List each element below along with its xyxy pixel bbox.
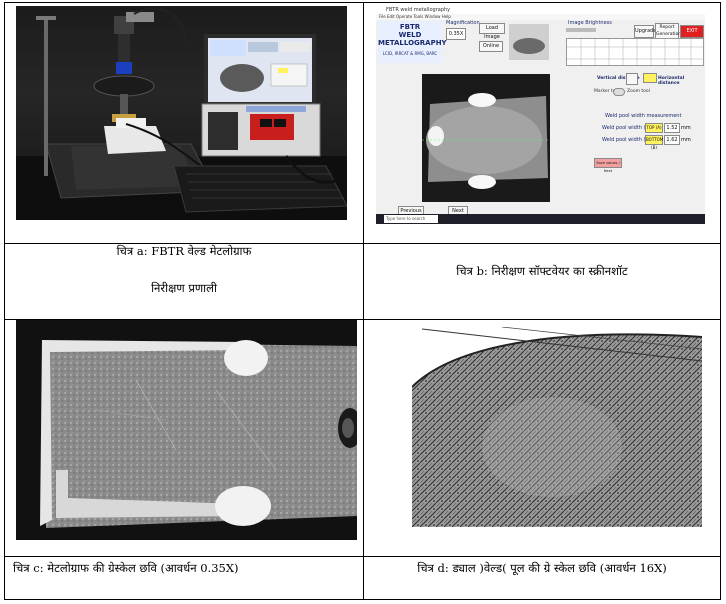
photo-inspection-system [16,6,347,220]
logo-line-1: FBTR [399,23,421,31]
magnification-label: Magnification [446,20,480,26]
tool-toggle[interactable] [613,88,625,96]
main-micrograph-view[interactable] [422,74,550,202]
zoom-tool-label: Zoom tool [627,89,650,94]
caption-c: चित्र c: मेटलोग्राफ की ग्रेस्केल छवि (आव… [13,561,239,575]
width-b-value[interactable]: 1.62 [664,135,680,145]
caption-b: चित्र b: निरीक्षण सॉफ्टवेयर का स्क्रीनशॉ… [456,264,628,278]
exit-button[interactable]: EXIT [680,25,704,38]
magnification-field[interactable]: 0.35X [446,28,466,40]
table-border-middle [363,2,364,600]
online-button[interactable]: Online [479,41,503,52]
upgrade-button[interactable]: Upgrade [634,25,656,38]
taskbar-search[interactable]: Type here to search [384,215,438,223]
load-image-button[interactable]: Load Image [479,23,505,40]
menu-bar: File Edit Operate Tools Window Help [376,14,705,20]
results-table [566,38,704,66]
width-a-label: Weld pool width (A) [602,125,651,131]
width-b-unit: mm [681,137,691,143]
software-screenshot: FBTR weld metallography File Edit Operat… [376,6,705,224]
taskbar: Type here to search [376,214,705,224]
brightness-slider[interactable] [566,28,596,32]
logo-line-3: METALLOGRAPHY [378,39,447,47]
table-border-right [720,2,721,600]
caption-d: चित्र d: ड्याल )वेल्ड( पूल की ग्रे स्केल… [417,561,667,575]
width-a-value[interactable]: 1.52 [664,123,680,133]
caption-a-line1: चित्र a: FBTR वेल्ड मेटलोग्राफ [116,244,252,258]
caption-a-line2: निरीक्षण प्रणाली [151,281,217,295]
thumbnail-preview [509,24,549,60]
save-values-button[interactable]: Save values / Next [594,158,622,173]
metallograph-grayscale-image [16,320,357,540]
width-b-label: Weld pool width (B) [602,137,651,143]
top-a-button[interactable]: TOP (A) [645,123,663,133]
bottom-b-button[interactable]: BOTTOM (B) [645,135,663,150]
image-brightness-label: Image Brightness [568,20,612,26]
width-a-unit: mm [681,125,691,131]
logo-sub: LCID, IRRCAT & RMG, BARC [382,51,438,56]
logo-line-2: WELD [398,31,422,39]
report-generation-button[interactable]: Report Generation [655,23,681,39]
weld-pool-grayscale-image [412,327,702,527]
horizontal-distance-button[interactable] [643,73,657,83]
vertical-distance-button[interactable] [626,73,638,85]
exit-label: EXIT [686,28,698,34]
weld-pool-title: Weld pool width measurement [605,113,682,119]
horizontal-distance-label: Horizontal distance [658,76,685,86]
table-border-left [4,2,5,600]
app-logo: FBTR WELD METALLOGRAPHY LCID, IRRCAT & R… [378,21,447,63]
